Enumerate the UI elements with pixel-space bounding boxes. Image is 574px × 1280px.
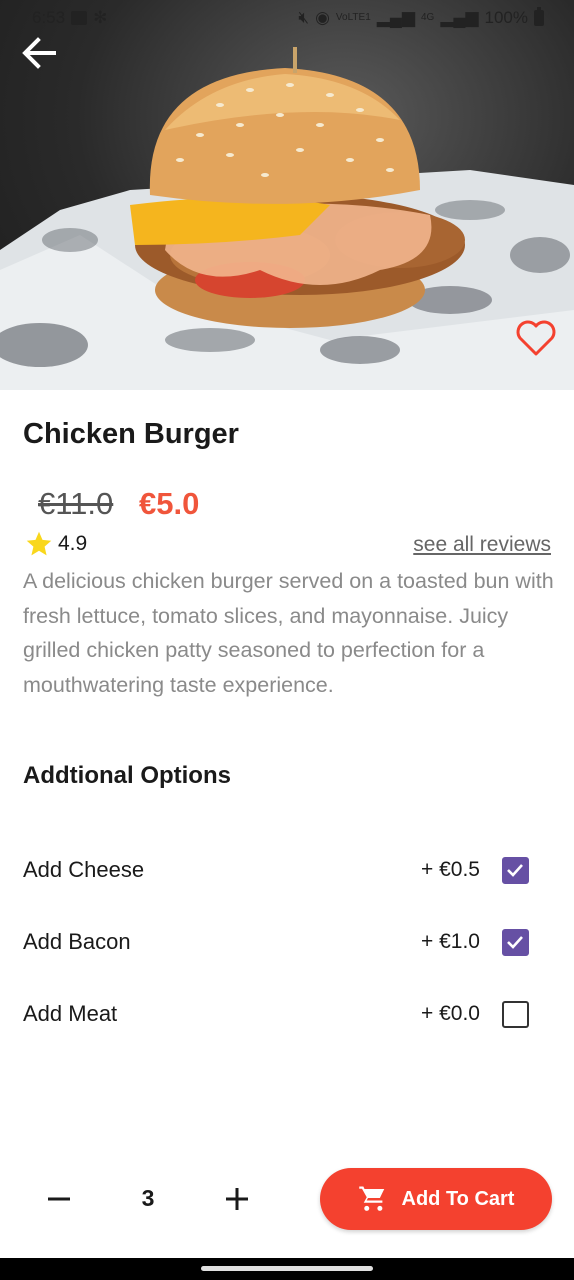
option-checkbox[interactable] <box>502 928 529 956</box>
favorite-button[interactable] <box>514 318 558 358</box>
options-heading: Addtional Options <box>23 762 231 789</box>
rating: 4.9 <box>24 530 87 558</box>
minus-icon <box>48 1197 70 1201</box>
star-icon <box>26 531 52 556</box>
signal-icon-2: ▂▄▆ <box>440 8 479 27</box>
battery-icon <box>534 7 544 26</box>
checkmark-icon <box>507 863 523 877</box>
option-price: + €0.5 <box>421 858 480 881</box>
shopping-cart-icon <box>358 1186 384 1211</box>
quantity-value: 3 <box>141 1185 155 1211</box>
heart-outline-icon <box>516 320 556 356</box>
product-description: A delicious chicken burger served on a t… <box>23 569 554 697</box>
volte-label: VoLTE1 <box>335 12 371 23</box>
decrease-quantity-button[interactable] <box>40 1180 78 1218</box>
option-checkbox[interactable] <box>502 856 529 884</box>
see-all-reviews-link[interactable]: see all reviews <box>413 533 551 557</box>
home-gesture-handle[interactable] <box>201 1266 373 1271</box>
back-button[interactable] <box>20 36 60 70</box>
arrow-left-icon <box>22 37 56 69</box>
checkmark-icon <box>507 935 523 949</box>
original-price: €11.0 <box>38 486 114 521</box>
discount-price: €5.0 <box>139 486 200 521</box>
option-price: + €0.0 <box>421 1002 480 1025</box>
option-row-bacon[interactable]: Add Bacon + €1.0 <box>0 916 574 968</box>
signal-icon-1: ▂▄▆ <box>376 8 415 27</box>
increase-quantity-button[interactable] <box>218 1180 256 1218</box>
battery-percentage: 100% <box>484 8 528 27</box>
option-row-cheese[interactable]: Add Cheese + €0.5 <box>0 844 574 896</box>
burger-photo <box>0 47 574 390</box>
add-to-cart-label: Add To Cart <box>401 1187 515 1210</box>
option-checkbox[interactable] <box>502 1000 529 1028</box>
option-label: Add Meat <box>23 1001 118 1026</box>
option-row-meat[interactable]: Add Meat + €0.0 <box>0 988 574 1040</box>
plus-icon <box>226 1188 248 1210</box>
status-time: 6:53 <box>32 8 66 27</box>
status-bar: 6:53 ✻ 🔇︎ ◉ VoLTE1 ▂▄▆ 4G ▂▄▆ 100% <box>0 0 574 36</box>
hotspot-icon: ◉ <box>315 8 330 27</box>
slack-notification-icon: ✻ <box>93 8 108 27</box>
product-image: 6:53 ✻ 🔇︎ ◉ VoLTE1 ▂▄▆ 4G ▂▄▆ 100% <box>0 0 574 390</box>
option-label: Add Cheese <box>23 857 145 882</box>
mute-icon: 🔇︎ <box>298 8 310 27</box>
gallery-notification-icon <box>71 11 88 25</box>
system-navigation-bar <box>0 1258 574 1280</box>
add-to-cart-button[interactable]: Add To Cart <box>320 1168 552 1230</box>
product-title: Chicken Burger <box>23 418 239 450</box>
network-type-label: 4G <box>420 12 435 23</box>
option-label: Add Bacon <box>23 929 131 954</box>
option-price: + €1.0 <box>421 930 480 953</box>
rating-value: 4.9 <box>58 532 88 555</box>
